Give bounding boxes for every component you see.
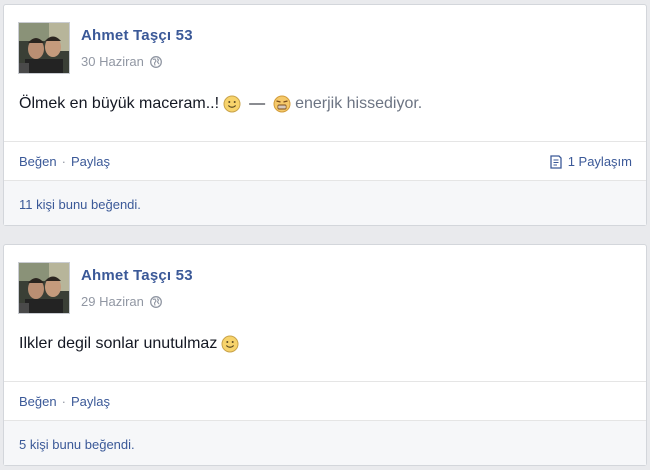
share-count-label: 1 Paylaşım [567,154,632,169]
share-link[interactable]: Paylaş [71,154,110,169]
divider [4,141,646,142]
smiley-icon [223,95,241,113]
post-actions: Beğen · Paylaş [19,394,110,409]
profile-photo [19,23,69,73]
likes-summary[interactable]: 5 kişi bunu beğendi. [19,437,135,452]
divider [4,381,646,382]
post-actions: Beğen · Paylaş [19,154,110,169]
status-text: Ölmek en büyük maceram..! — enerjik hiss… [19,95,422,113]
author-name[interactable]: Ahmet Taşçı 53 [81,27,193,44]
like-link[interactable]: Beğen [19,154,57,169]
author-name[interactable]: Ahmet Taşçı 53 [81,267,193,284]
share-link[interactable]: Paylaş [71,394,110,409]
post-date[interactable]: 30 Haziran [81,54,144,69]
globe-icon[interactable] [149,55,162,68]
profile-avatar[interactable] [18,22,70,74]
share-count-link[interactable]: 1 Paylaşım [549,154,632,169]
post-meta: 30 Haziran [81,54,162,69]
status-text: Ilkler degil sonlar unutulmaz [19,335,243,353]
likes-bar: 5 kişi bunu beğendi. [4,420,646,465]
post-card: Ahmet Taşçı 53 29 Haziran Ilkler degil s… [3,244,647,466]
status-message: Ilkler degil sonlar unutulmaz [19,335,218,352]
energetic-emoji-icon [273,95,291,113]
profile-avatar[interactable] [18,262,70,314]
likes-summary[interactable]: 11 kişi bunu beğendi. [19,197,141,212]
like-link[interactable]: Beğen [19,394,57,409]
post-card: Ahmet Taşçı 53 30 Haziran Ölmek en büyük… [3,4,647,226]
smiley-icon [221,335,239,353]
feeling-separator: — [249,95,266,112]
profile-photo [19,263,69,313]
likes-bar: 11 kişi bunu beğendi. [4,180,646,225]
action-separator: · [61,394,66,409]
feeling-text[interactable]: enerjik hissediyor. [295,95,422,113]
post-date[interactable]: 29 Haziran [81,294,144,309]
status-message: Ölmek en büyük maceram..! [19,95,220,112]
action-separator: · [61,154,66,169]
globe-icon[interactable] [149,295,162,308]
share-count-icon [550,154,562,169]
post-meta: 29 Haziran [81,294,162,309]
